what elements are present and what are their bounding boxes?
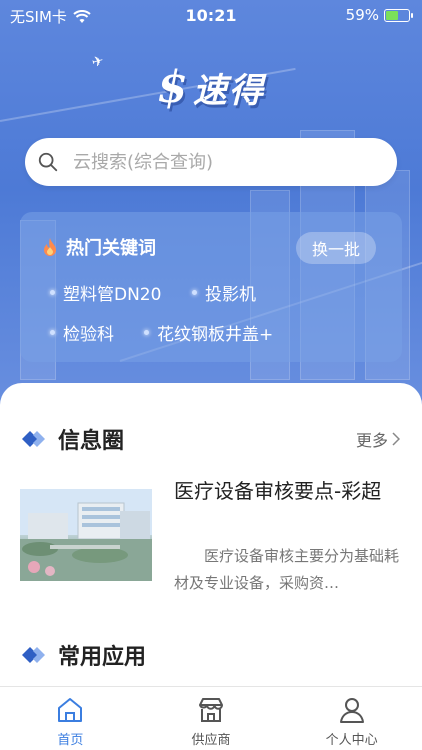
keyword-item[interactable]: 检验科 [50, 320, 114, 345]
content-sheet: 信息圈 更多 医疗设备审核要点-彩超 医疗设备审核主要分为基础耗材及专业设备，采… [0, 383, 422, 688]
keyword-item[interactable]: 花纹钢板井盖+ [144, 320, 273, 345]
keyword-label: 塑料管DN20 [63, 285, 162, 305]
keyword-item[interactable]: 塑料管DN20 [50, 280, 161, 305]
status-bar: 无SIM卡 10:21 59% [0, 0, 422, 30]
logo-brand: 速得 [192, 71, 265, 111]
common-apps-header: 常用应用 [22, 639, 146, 671]
bullet-dot [50, 290, 55, 295]
hot-keywords-panel: 热门关键词 换一批 塑料管DN20 投影机 检验科 花纹钢板井盖+ [20, 212, 402, 362]
search-bar[interactable] [25, 138, 397, 186]
tab-profile[interactable]: 个人中心 [281, 687, 422, 750]
logo-symbol: $ [157, 62, 188, 113]
search-input[interactable] [73, 151, 373, 173]
search-icon [38, 152, 58, 172]
keyword-item[interactable]: 投影机 [192, 280, 256, 305]
keyword-label: 检验科 [63, 325, 114, 345]
refresh-keywords-button[interactable]: 换一批 [296, 232, 376, 264]
hot-keywords-header: 热门关键词 [42, 234, 156, 260]
section-title: 信息圈 [58, 429, 125, 454]
keyword-label: 花纹钢板井盖+ [157, 325, 274, 345]
info-circle-header: 信息圈 [22, 423, 124, 455]
battery-fill [386, 10, 399, 20]
battery-status: 59% [345, 6, 413, 24]
article-headline: 医疗设备审核要点-彩超 [174, 479, 382, 503]
bullet-dot [192, 290, 197, 295]
app-logo: $ 速得 [0, 62, 422, 113]
hospital-building-image [20, 489, 152, 581]
flame-icon [44, 238, 56, 256]
battery-percent: 59% [345, 6, 379, 24]
hot-keywords-title: 热门关键词 [66, 238, 156, 259]
tab-label: 个人中心 [325, 733, 378, 748]
home-icon [58, 698, 83, 722]
article-thumbnail [20, 489, 152, 581]
battery-icon [384, 8, 413, 22]
article-card[interactable]: 医疗设备审核要点-彩超 医疗设备审核主要分为基础耗材及专业设备，采购资… [20, 479, 402, 592]
section-title: 常用应用 [58, 645, 147, 670]
keyword-label: 投影机 [205, 285, 256, 305]
chevron-right-icon [392, 432, 400, 446]
tab-supplier[interactable]: 供应商 [141, 687, 282, 750]
more-link[interactable]: 更多 [356, 427, 400, 451]
bullet-dot [50, 330, 55, 335]
diamond-icon [22, 647, 45, 663]
more-label: 更多 [355, 431, 388, 450]
diamond-icon [22, 431, 45, 447]
store-icon [199, 698, 223, 722]
bottom-tab-bar: 首页 供应商 个人中心 [0, 686, 422, 750]
article-summary: 医疗设备审核主要分为基础耗材及专业设备，采购资… [174, 547, 400, 592]
person-icon [339, 698, 364, 723]
tab-label: 首页 [57, 733, 84, 748]
bullet-dot [144, 330, 149, 335]
tab-home[interactable]: 首页 [0, 687, 141, 750]
tab-label: 供应商 [191, 733, 231, 748]
